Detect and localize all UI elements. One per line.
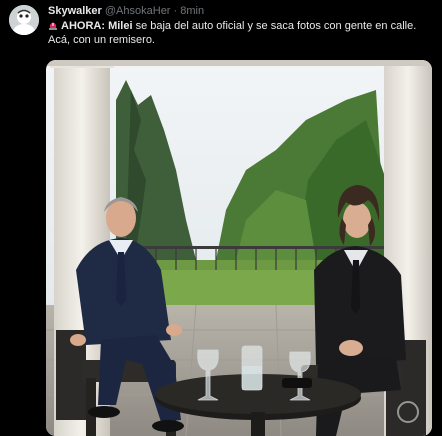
police-siren-icon	[49, 22, 57, 30]
tweet-text-lead: AHORA:	[61, 20, 109, 32]
tweet-photo[interactable]	[46, 60, 432, 436]
author-handle[interactable]: @AhsokaHer	[105, 5, 171, 17]
tweet-text: AHORA: Milei se baja del auto oficial y …	[48, 19, 438, 47]
meta-separator: ·	[173, 5, 178, 17]
tweet-header: Skywalker @AhsokaHer · 8min	[48, 5, 204, 18]
author-avatar[interactable]	[9, 5, 39, 35]
tweet: Skywalker @AhsokaHer · 8min AHORA: Milei…	[0, 0, 442, 436]
author-name[interactable]: Skywalker	[48, 5, 102, 17]
tweet-text-mention: Milei	[108, 20, 133, 32]
tweet-timestamp[interactable]: 8min	[180, 5, 204, 17]
